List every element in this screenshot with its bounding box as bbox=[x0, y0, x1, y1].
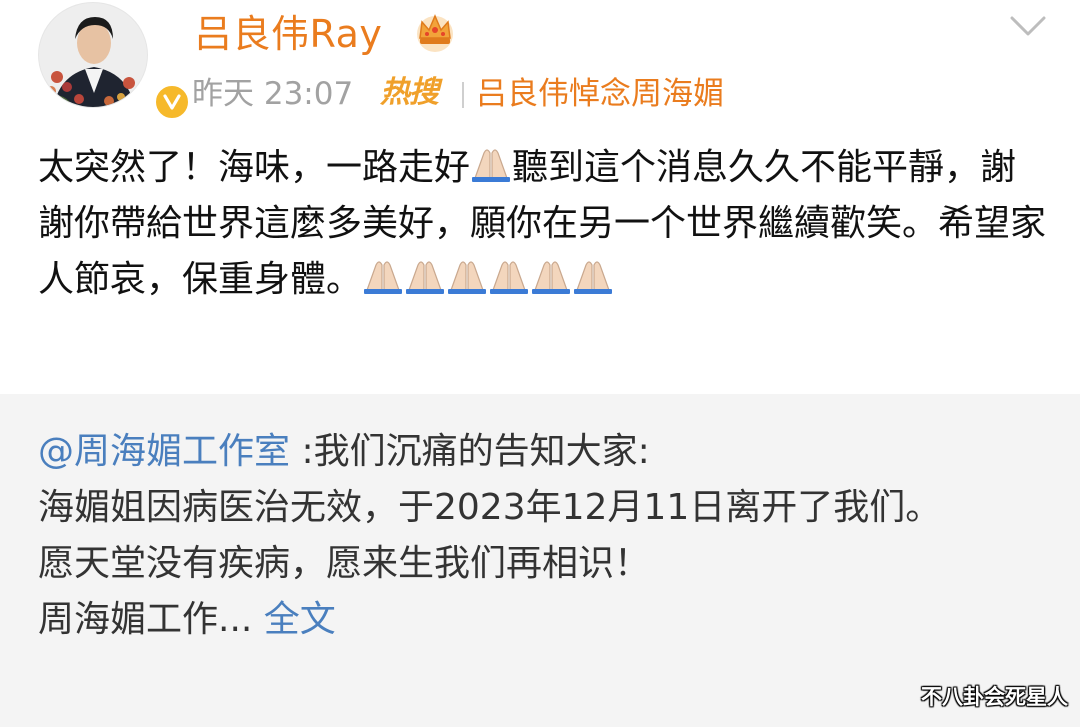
avatar[interactable] bbox=[38, 2, 148, 108]
verified-badge-icon bbox=[152, 82, 192, 122]
hot-search-badge[interactable]: 热搜 bbox=[380, 73, 439, 113]
crown-icon[interactable] bbox=[412, 8, 458, 54]
avatar-group[interactable] bbox=[38, 2, 192, 122]
folded-hands-icon bbox=[470, 144, 512, 182]
weibo-post: 吕良伟Ray 昨天 23:07 热搜 吕良伟悼念周海媚 太突然了！海味，一路走好… bbox=[0, 0, 1080, 727]
mention-link[interactable]: @周海媚工作室 bbox=[38, 431, 290, 472]
folded-hands-icon bbox=[404, 256, 446, 294]
repost-text: @周海媚工作室 :我们沉痛的告知大家: 海媚姐因病医治无效，于2023年12月1… bbox=[38, 424, 1048, 648]
folded-hands-icon bbox=[446, 256, 488, 294]
full-text-link[interactable]: 全文 bbox=[264, 599, 336, 640]
divider bbox=[462, 82, 464, 108]
folded-hands-icon bbox=[572, 256, 614, 294]
folded-hands-icon bbox=[362, 256, 404, 294]
repost-line: 愿天堂没有疾病，愿来生我们再相识！ bbox=[38, 543, 651, 584]
repost-line: 海媚姐因病医治无效，于2023年12月11日离开了我们。 bbox=[38, 487, 942, 528]
post-time: 昨天 23:07 bbox=[192, 76, 354, 112]
folded-hands-icon bbox=[530, 256, 572, 294]
post-text: 太突然了！海味，一路走好 聽到這个消息久久不能平靜，謝謝你帶給世界這麼多美好，願你… bbox=[38, 140, 1048, 308]
repost-card[interactable]: @周海媚工作室 :我们沉痛的告知大家: 海媚姐因病医治无效，于2023年12月1… bbox=[0, 394, 1080, 727]
watermark: 不八卦会死星人 bbox=[921, 685, 1068, 709]
chevron-down-icon[interactable] bbox=[1004, 8, 1052, 44]
folded-hands-icon bbox=[488, 256, 530, 294]
repost-line: 周海媚工作... bbox=[38, 599, 253, 640]
hot-topic-link[interactable]: 吕良伟悼念周海媚 bbox=[476, 74, 724, 114]
repost-lead: :我们沉痛的告知大家: bbox=[290, 431, 650, 472]
user-name[interactable]: 吕良伟Ray bbox=[194, 10, 382, 58]
post-text-part-1: 太突然了！海味，一路走好 bbox=[38, 147, 471, 188]
